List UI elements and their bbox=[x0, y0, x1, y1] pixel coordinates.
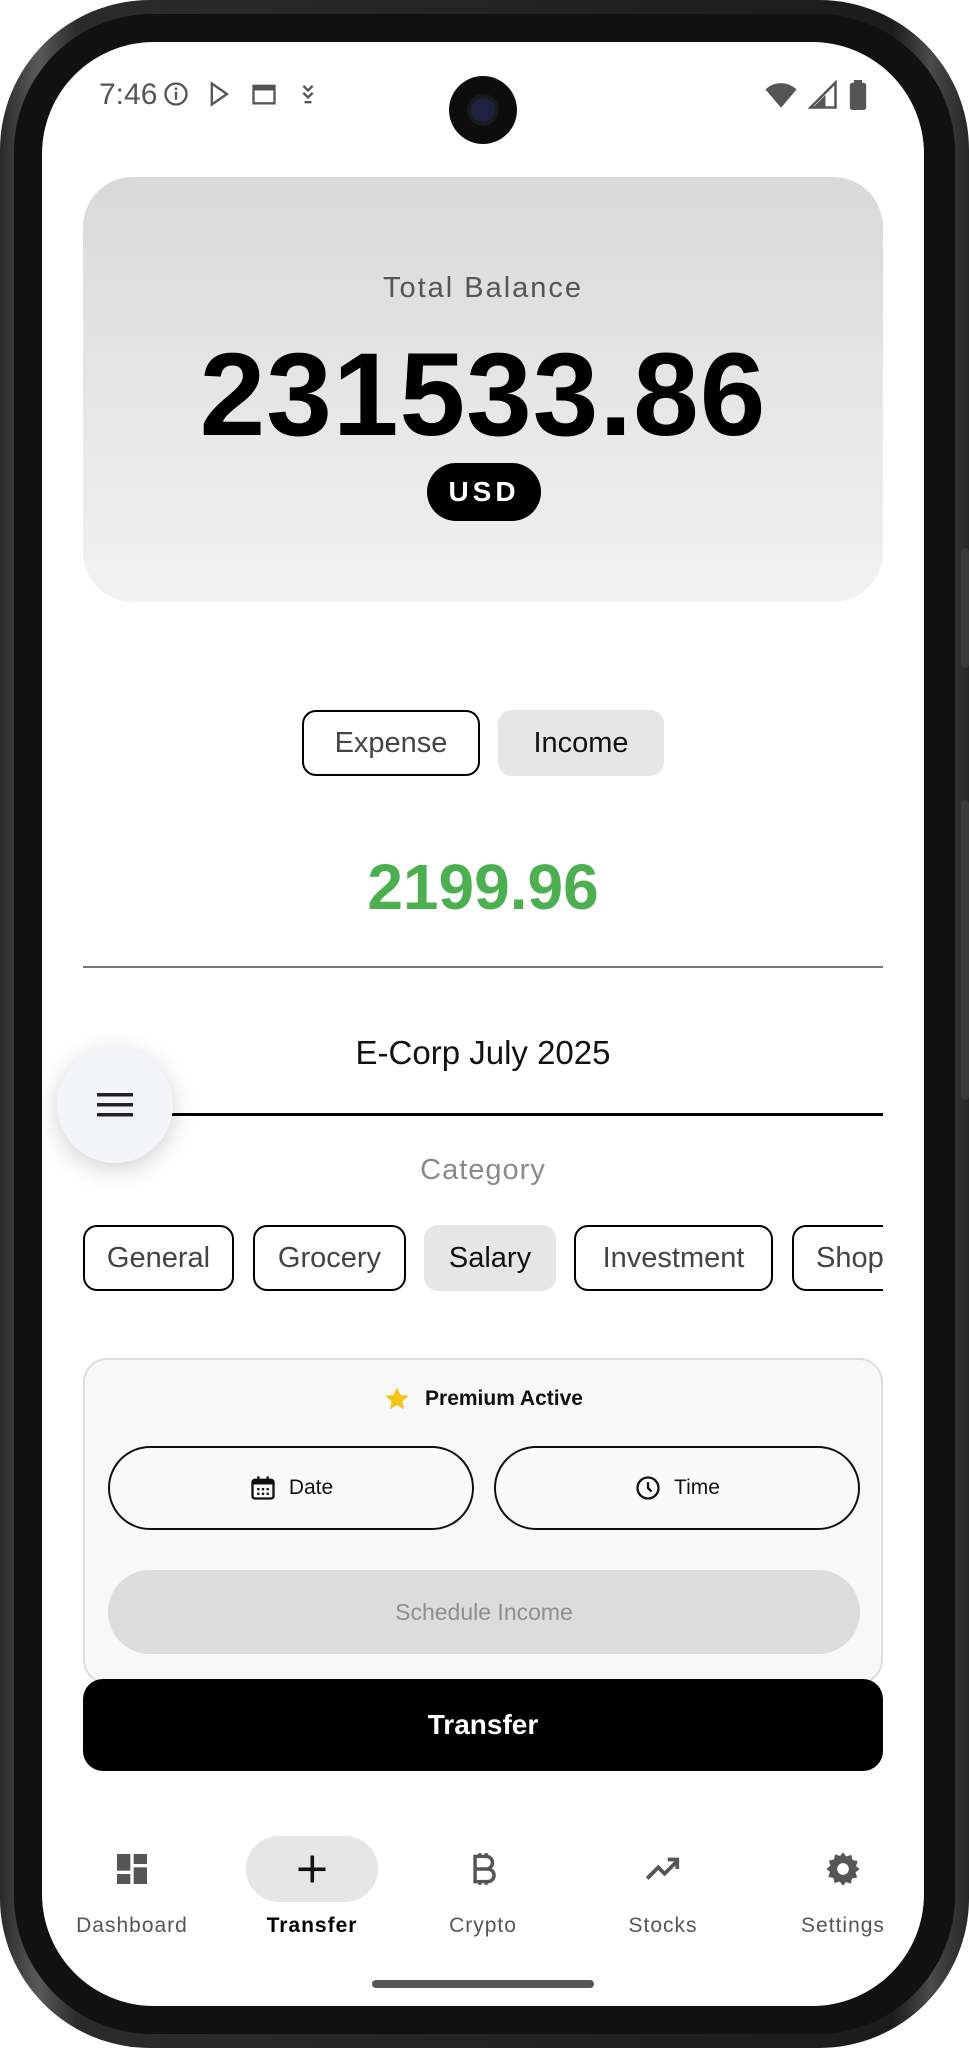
play-store-icon bbox=[210, 81, 230, 107]
amount-input[interactable]: 2199.96 bbox=[42, 850, 924, 924]
dashboard-icon bbox=[117, 1854, 147, 1884]
category-chip-shopping[interactable]: Shopping bbox=[792, 1225, 883, 1291]
balance-value: 231533.86 bbox=[199, 329, 767, 461]
category-chip-list[interactable]: General Grocery Salary Investment Shoppi… bbox=[83, 1225, 883, 1293]
plus-icon bbox=[298, 1855, 326, 1883]
currency-badge[interactable]: USD bbox=[427, 463, 541, 521]
calendar-icon bbox=[251, 1476, 275, 1500]
signal-icon bbox=[808, 80, 837, 109]
balance-card: Total Balance 231533.86 USD bbox=[83, 177, 883, 602]
schedule-income-button[interactable]: Schedule Income bbox=[108, 1570, 860, 1654]
description-input[interactable]: E-Corp July 2025 bbox=[83, 1034, 883, 1072]
nav-label-stocks: Stocks bbox=[628, 1914, 698, 1937]
date-label: Date bbox=[288, 1476, 334, 1499]
gear-icon bbox=[826, 1852, 860, 1886]
description-underline bbox=[83, 1113, 883, 1116]
expense-toggle-button[interactable]: Expense bbox=[302, 710, 480, 776]
amount-underline bbox=[83, 966, 883, 968]
status-bar: 7:46 bbox=[42, 42, 924, 152]
category-label: Category bbox=[420, 1154, 546, 1186]
clock-icon bbox=[636, 1476, 660, 1500]
nav-label-transfer: Transfer bbox=[266, 1914, 358, 1937]
battery-icon bbox=[849, 80, 867, 110]
calendar-notification-icon bbox=[252, 84, 276, 105]
transfer-button[interactable]: Transfer bbox=[83, 1679, 883, 1771]
category-chip-salary[interactable]: Salary bbox=[424, 1225, 556, 1291]
category-chip-investment[interactable]: Investment bbox=[574, 1225, 773, 1291]
hamburger-menu-icon bbox=[97, 1093, 133, 1117]
status-time: 7:46 bbox=[99, 78, 158, 111]
front-camera bbox=[449, 76, 517, 144]
nav-item-settings[interactable]: Settings bbox=[753, 1832, 924, 1952]
nav-item-stocks[interactable]: Stocks bbox=[573, 1832, 753, 1952]
trending-up-icon bbox=[645, 1857, 680, 1880]
volume-button bbox=[961, 548, 969, 668]
bitcoin-icon bbox=[473, 1853, 496, 1885]
category-chip-grocery[interactable]: Grocery bbox=[253, 1225, 406, 1291]
income-toggle-button[interactable]: Income bbox=[498, 710, 664, 776]
menu-fab-button[interactable] bbox=[57, 1047, 173, 1163]
time-picker-button[interactable]: Time bbox=[494, 1446, 860, 1530]
nav-label-settings: Settings bbox=[801, 1914, 885, 1937]
nav-item-transfer[interactable]: Transfer bbox=[222, 1832, 402, 1952]
home-indicator[interactable] bbox=[372, 1980, 594, 1988]
app-screen: 7:46 Total Balance 231533.86 USD Expense… bbox=[42, 42, 924, 2006]
nav-label-dashboard: Dashboard bbox=[76, 1914, 188, 1937]
download-icon bbox=[302, 85, 314, 104]
nav-item-dashboard[interactable]: Dashboard bbox=[42, 1832, 222, 1952]
premium-status-label: Premium Active bbox=[425, 1387, 583, 1410]
power-button bbox=[961, 800, 969, 1100]
phone-frame: 7:46 Total Balance 231533.86 USD Expense… bbox=[0, 0, 969, 2048]
star-icon bbox=[385, 1387, 409, 1410]
nav-label-crypto: Crypto bbox=[449, 1914, 517, 1937]
category-chip-general[interactable]: General bbox=[83, 1225, 234, 1291]
time-label: Time bbox=[674, 1476, 720, 1499]
info-icon bbox=[164, 82, 188, 106]
premium-schedule-card: Premium Active Date Time Schedule Income bbox=[83, 1358, 883, 1684]
nav-item-crypto[interactable]: Crypto bbox=[393, 1832, 573, 1952]
bottom-navigation: Dashboard Transfer Crypto Stocks Setting… bbox=[42, 1832, 924, 1952]
balance-label: Total Balance bbox=[382, 272, 584, 304]
wifi-icon bbox=[765, 83, 797, 108]
date-picker-button[interactable]: Date bbox=[108, 1446, 474, 1530]
